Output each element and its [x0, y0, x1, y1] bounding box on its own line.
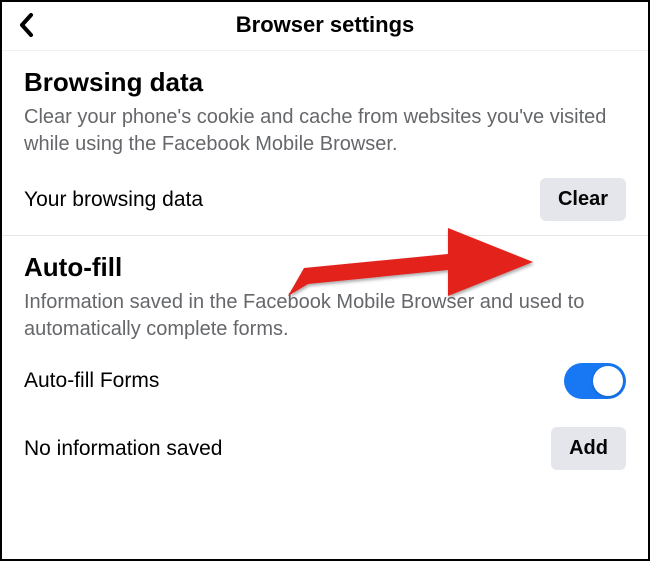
- browsing-data-title: Browsing data: [24, 67, 626, 98]
- no-info-row: No information saved Add: [2, 413, 648, 484]
- browsing-data-label: Your browsing data: [24, 188, 203, 212]
- auto-fill-title: Auto-fill: [24, 252, 626, 283]
- auto-fill-forms-row: Auto-fill Forms: [2, 349, 648, 413]
- back-icon[interactable]: [18, 12, 50, 38]
- auto-fill-section: Auto-fill Information saved in the Faceb…: [2, 236, 648, 343]
- browsing-data-row: Your browsing data Clear: [2, 164, 648, 236]
- clear-button[interactable]: Clear: [540, 178, 626, 221]
- browsing-data-description: Clear your phone's cookie and cache from…: [24, 104, 626, 158]
- add-button[interactable]: Add: [551, 427, 626, 470]
- browsing-data-section: Browsing data Clear your phone's cookie …: [2, 51, 648, 158]
- no-info-label: No information saved: [24, 437, 222, 461]
- auto-fill-description: Information saved in the Facebook Mobile…: [24, 289, 626, 343]
- auto-fill-forms-label: Auto-fill Forms: [24, 369, 159, 393]
- auto-fill-forms-toggle[interactable]: [564, 363, 626, 399]
- page-title: Browser settings: [236, 12, 415, 38]
- toggle-knob: [593, 366, 623, 396]
- header-bar: Browser settings: [2, 2, 648, 51]
